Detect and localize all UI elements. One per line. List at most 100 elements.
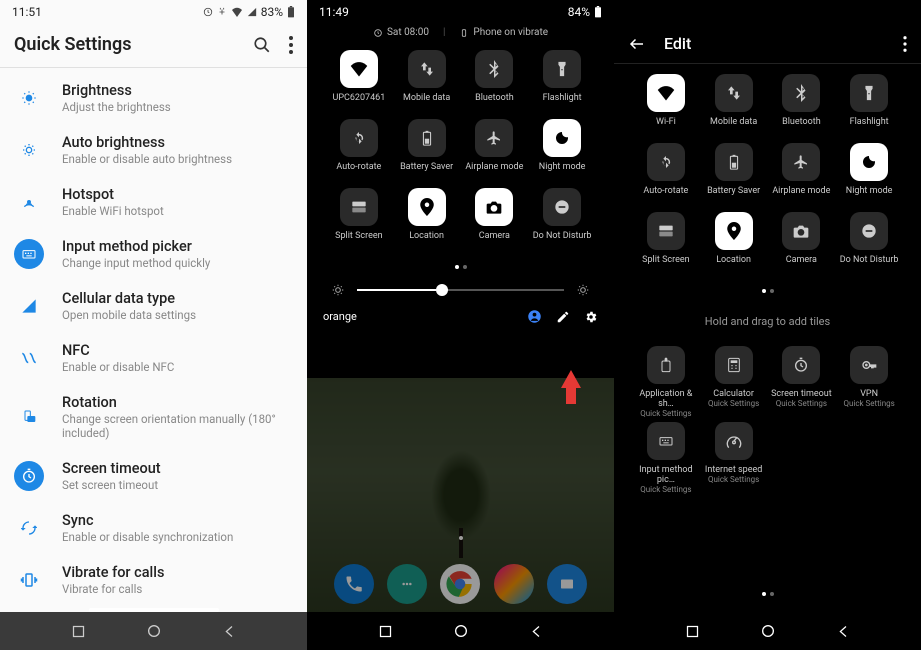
- tile-label: Split Screen: [642, 255, 690, 277]
- nav-back-icon[interactable]: [529, 624, 544, 639]
- tile-battery[interactable]: Battery Saver: [700, 143, 768, 208]
- tile-battery[interactable]: Battery Saver: [393, 119, 461, 184]
- messages-app-icon[interactable]: [387, 564, 427, 604]
- dnd-icon: [850, 212, 888, 250]
- tile-camera[interactable]: Camera: [768, 212, 836, 277]
- setting-item-keyboard[interactable]: Input method picker Change input method …: [0, 228, 307, 280]
- back-icon[interactable]: [628, 35, 646, 53]
- setting-item-nfc[interactable]: NFC Enable or disable NFC: [0, 332, 307, 384]
- setting-item-rotation[interactable]: Rotation Change screen orientation manua…: [0, 384, 307, 450]
- signal-icon: [14, 291, 44, 321]
- setting-item-hotspot[interactable]: Hotspot Enable WiFi hotspot: [0, 176, 307, 228]
- tile-vpn[interactable]: VPNQuick Settings: [835, 346, 903, 418]
- page-indicator-bottom: [614, 584, 921, 604]
- tile-flashlight[interactable]: Flashlight: [835, 74, 903, 139]
- brightness-slider[interactable]: [357, 289, 564, 291]
- tile-label: Auto-rotate: [336, 162, 381, 184]
- item-title: NFC: [62, 342, 293, 359]
- dnd-icon: [543, 188, 581, 226]
- tile-label: Mobile data: [403, 93, 450, 115]
- tile-label: Flashlight: [543, 93, 582, 115]
- tile-dnd[interactable]: Do Not Disturb: [528, 188, 596, 253]
- tile-night[interactable]: Night mode: [528, 119, 596, 184]
- location-icon: [715, 212, 753, 250]
- tile-location[interactable]: Location: [393, 188, 461, 253]
- setting-item-signal[interactable]: Cellular data type Open mobile data sett…: [0, 280, 307, 332]
- camera-icon: [475, 188, 513, 226]
- rotate-icon: [340, 119, 378, 157]
- tile-speed[interactable]: Internet speedQuick Settings: [700, 422, 768, 494]
- setting-item-brightness[interactable]: Brightness Adjust the brightness: [0, 72, 307, 124]
- tile-rotate[interactable]: Auto-rotate: [632, 143, 700, 208]
- airplane-icon: [475, 119, 513, 157]
- tile-label: Night mode: [846, 186, 893, 208]
- nav-recent-icon[interactable]: [685, 624, 700, 639]
- tile-data[interactable]: Mobile data: [393, 50, 461, 115]
- tile-bluetooth[interactable]: Bluetooth: [768, 74, 836, 139]
- tile-label: Wi-Fi: [656, 117, 676, 139]
- tile-night[interactable]: Night mode: [835, 143, 903, 208]
- tile-airplane[interactable]: Airplane mode: [768, 143, 836, 208]
- setting-item-vibrate[interactable]: Vibrate for calls Vibrate for calls: [0, 554, 307, 606]
- tile-label: UPC6207461: [332, 93, 385, 115]
- tile-label: Airplane mode: [772, 186, 830, 208]
- tile-label: Camera: [479, 231, 510, 253]
- keyboard-icon: [647, 422, 685, 460]
- nav-back-icon[interactable]: [222, 624, 237, 639]
- files-app-icon[interactable]: [547, 564, 587, 604]
- app-icon: [647, 346, 685, 384]
- tile-app[interactable]: Application & sh…Quick Settings: [632, 346, 700, 418]
- chrome-app-icon[interactable]: [440, 564, 480, 604]
- split-icon: [340, 188, 378, 226]
- status-icons: 83%: [203, 5, 295, 19]
- edit-icon[interactable]: [556, 310, 570, 324]
- camera-icon: [782, 212, 820, 250]
- tile-flashlight[interactable]: Flashlight: [528, 50, 596, 115]
- tile-timeout[interactable]: Screen timeoutQuick Settings: [768, 346, 836, 418]
- nav-home-icon[interactable]: [453, 623, 469, 639]
- tile-dnd[interactable]: Do Not Disturb: [835, 212, 903, 277]
- tile-airplane[interactable]: Airplane mode: [461, 119, 529, 184]
- nav-back-icon[interactable]: [836, 624, 851, 639]
- airplane-icon: [782, 143, 820, 181]
- settings-icon[interactable]: [584, 310, 598, 324]
- page-title: Edit: [664, 34, 885, 53]
- tile-label: Location: [716, 255, 751, 277]
- more-icon[interactable]: [289, 36, 293, 54]
- tile-label: Internet speedQuick Settings: [705, 465, 762, 487]
- search-icon[interactable]: [253, 36, 271, 54]
- more-icon[interactable]: [903, 36, 907, 52]
- tile-label: Location: [409, 231, 444, 253]
- item-title: Auto brightness: [62, 134, 293, 151]
- setting-item-timeout[interactable]: Screen timeout Set screen timeout: [0, 450, 307, 502]
- tile-rotate[interactable]: Auto-rotate: [325, 119, 393, 184]
- user-icon[interactable]: [527, 309, 542, 324]
- tile-location[interactable]: Location: [700, 212, 768, 277]
- nav-home-icon[interactable]: [146, 623, 162, 639]
- nav-recent-icon[interactable]: [378, 624, 393, 639]
- tile-split[interactable]: Split Screen: [632, 212, 700, 277]
- tile-bluetooth[interactable]: Bluetooth: [461, 50, 529, 115]
- gallery-app-icon[interactable]: [494, 564, 534, 604]
- phone-app-icon[interactable]: [334, 564, 374, 604]
- dock: [307, 564, 614, 604]
- status-time: 11:49: [319, 5, 349, 19]
- tile-wifi[interactable]: UPC6207461: [325, 50, 393, 115]
- item-title: Input method picker: [62, 238, 293, 255]
- setting-item-auto-brightness[interactable]: Auto brightness Enable or disable auto b…: [0, 124, 307, 176]
- tile-keyboard[interactable]: Input method pic…Quick Settings: [632, 422, 700, 494]
- qs-subheader: Sat 08:00 | Phone on vibrate: [307, 24, 614, 46]
- tile-calc[interactable]: CalculatorQuick Settings: [700, 346, 768, 418]
- tile-label: Application & sh…Quick Settings: [632, 389, 700, 418]
- tile-camera[interactable]: Camera: [461, 188, 529, 253]
- brightness-auto-icon[interactable]: [576, 283, 590, 297]
- setting-item-sync[interactable]: Sync Enable or disable synchronization: [0, 502, 307, 554]
- tile-wifi[interactable]: Wi-Fi: [632, 74, 700, 139]
- tile-split[interactable]: Split Screen: [325, 188, 393, 253]
- page-header: Edit: [614, 24, 921, 64]
- item-subtitle: Set screen timeout: [62, 478, 293, 492]
- nav-recent-icon[interactable]: [71, 624, 86, 639]
- tile-data[interactable]: Mobile data: [700, 74, 768, 139]
- nav-home-icon[interactable]: [760, 623, 776, 639]
- item-subtitle: Enable or disable NFC: [62, 360, 293, 374]
